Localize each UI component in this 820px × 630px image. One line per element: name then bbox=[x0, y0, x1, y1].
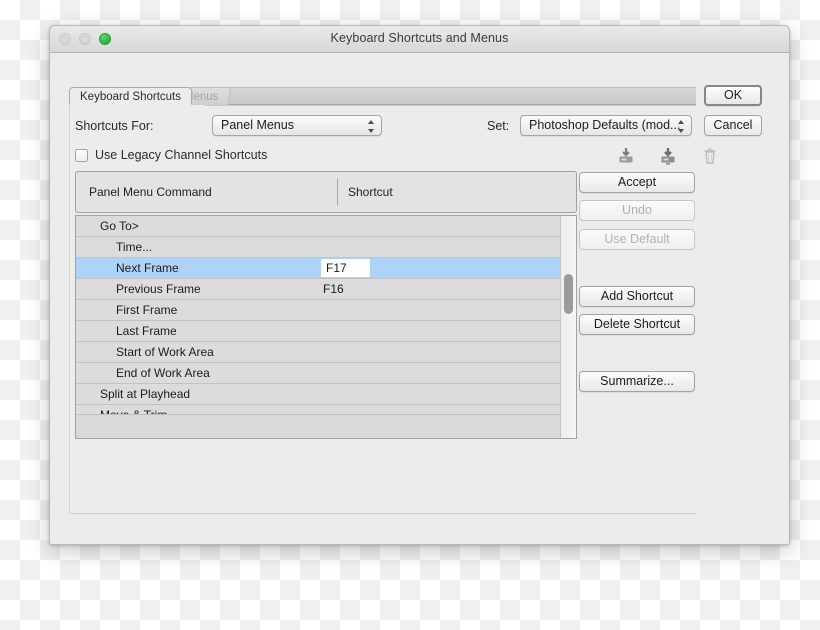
window-title: Keyboard Shortcuts and Menus bbox=[330, 31, 509, 45]
row-command: Previous Frame bbox=[116, 282, 201, 296]
use-default-button[interactable]: Use Default bbox=[579, 229, 695, 250]
use-legacy-channel-shortcuts-row[interactable]: Use Legacy Channel Shortcuts bbox=[75, 148, 267, 162]
ok-button[interactable]: OK bbox=[704, 85, 762, 106]
shortcuts-for-label: Shortcuts For: bbox=[75, 119, 154, 133]
row-command: Move & Trim bbox=[100, 408, 168, 415]
delete-set-icon[interactable] bbox=[700, 146, 720, 166]
chevron-updown-icon bbox=[368, 120, 375, 133]
row-command: Go To> bbox=[100, 219, 139, 233]
panel-left-rule bbox=[69, 104, 70, 514]
shortcut-list[interactable]: Go To> Time... Next Frame F17 Previous F… bbox=[75, 215, 577, 439]
column-header-command: Panel Menu Command bbox=[89, 185, 212, 199]
row-command: Last Frame bbox=[116, 324, 177, 338]
table-row[interactable]: Previous Frame F16 bbox=[76, 279, 561, 300]
table-row[interactable]: Split at Playhead bbox=[76, 384, 561, 405]
set-label: Set: bbox=[487, 119, 510, 133]
dialog-body: Keyboard Shortcuts Menus Shortcuts For: … bbox=[50, 53, 789, 544]
table-row[interactable]: Start of Work Area bbox=[76, 342, 561, 363]
column-header-shortcut: Shortcut bbox=[348, 185, 393, 199]
table-row-selected[interactable]: Next Frame F17 bbox=[76, 258, 561, 279]
row-command: End of Work Area bbox=[116, 366, 210, 380]
row-command: Start of Work Area bbox=[116, 345, 214, 359]
shortcuts-for-dropdown[interactable]: Panel Menus bbox=[212, 115, 382, 136]
list-scrollbar[interactable] bbox=[560, 216, 576, 438]
row-command: Next Frame bbox=[116, 261, 179, 275]
row-command: First Frame bbox=[116, 303, 178, 317]
table-row[interactable]: Go To> bbox=[76, 216, 561, 237]
set-dropdown[interactable]: Photoshop Defaults (mod... bbox=[520, 115, 692, 136]
save-set-icon[interactable] bbox=[616, 146, 636, 166]
chevron-updown-icon bbox=[678, 120, 685, 133]
set-value: Photoshop Defaults (mod... bbox=[529, 118, 681, 132]
table-row[interactable]: Move & Trim bbox=[76, 405, 561, 415]
table-row[interactable]: End of Work Area bbox=[76, 363, 561, 384]
table-row[interactable]: Last Frame bbox=[76, 321, 561, 342]
row-shortcut: F16 bbox=[323, 282, 344, 296]
shortcut-list-rows: Go To> Time... Next Frame F17 Previous F… bbox=[76, 216, 561, 415]
row-command: Time... bbox=[116, 240, 153, 254]
window-titlebar: Keyboard Shortcuts and Menus bbox=[50, 26, 789, 53]
add-shortcut-button[interactable]: Add Shortcut bbox=[579, 286, 695, 307]
shortcuts-for-value: Panel Menus bbox=[221, 118, 294, 132]
tab-keyboard-shortcuts-label: Keyboard Shortcuts bbox=[80, 91, 182, 103]
cancel-button[interactable]: Cancel bbox=[704, 115, 762, 136]
summarize-button[interactable]: Summarize... bbox=[579, 371, 695, 392]
use-legacy-channel-shortcuts-label: Use Legacy Channel Shortcuts bbox=[95, 148, 268, 162]
save-set-as-icon[interactable] bbox=[658, 146, 678, 166]
tab-keyboard-shortcuts[interactable]: Keyboard Shortcuts bbox=[69, 87, 193, 105]
list-scrollbar-thumb[interactable] bbox=[564, 274, 573, 314]
shortcut-edit-input[interactable]: F17 bbox=[321, 259, 370, 277]
set-actions bbox=[616, 146, 720, 166]
undo-button[interactable]: Undo bbox=[579, 200, 695, 221]
table-header-panel: Panel Menu Command Shortcut bbox=[75, 171, 577, 213]
keyboard-shortcuts-dialog: Keyboard Shortcuts and Menus Keyboard Sh… bbox=[49, 25, 790, 545]
accept-button[interactable]: Accept bbox=[579, 172, 695, 193]
tabstrip: Keyboard Shortcuts Menus bbox=[69, 87, 696, 105]
use-legacy-channel-shortcuts-checkbox[interactable] bbox=[75, 148, 88, 162]
table-row[interactable]: Time... bbox=[76, 237, 561, 258]
column-divider bbox=[337, 178, 338, 206]
row-command: Split at Playhead bbox=[100, 387, 191, 401]
panel-bottom-rule bbox=[69, 513, 696, 514]
delete-shortcut-button[interactable]: Delete Shortcut bbox=[579, 314, 695, 335]
table-row[interactable]: First Frame bbox=[76, 300, 561, 321]
